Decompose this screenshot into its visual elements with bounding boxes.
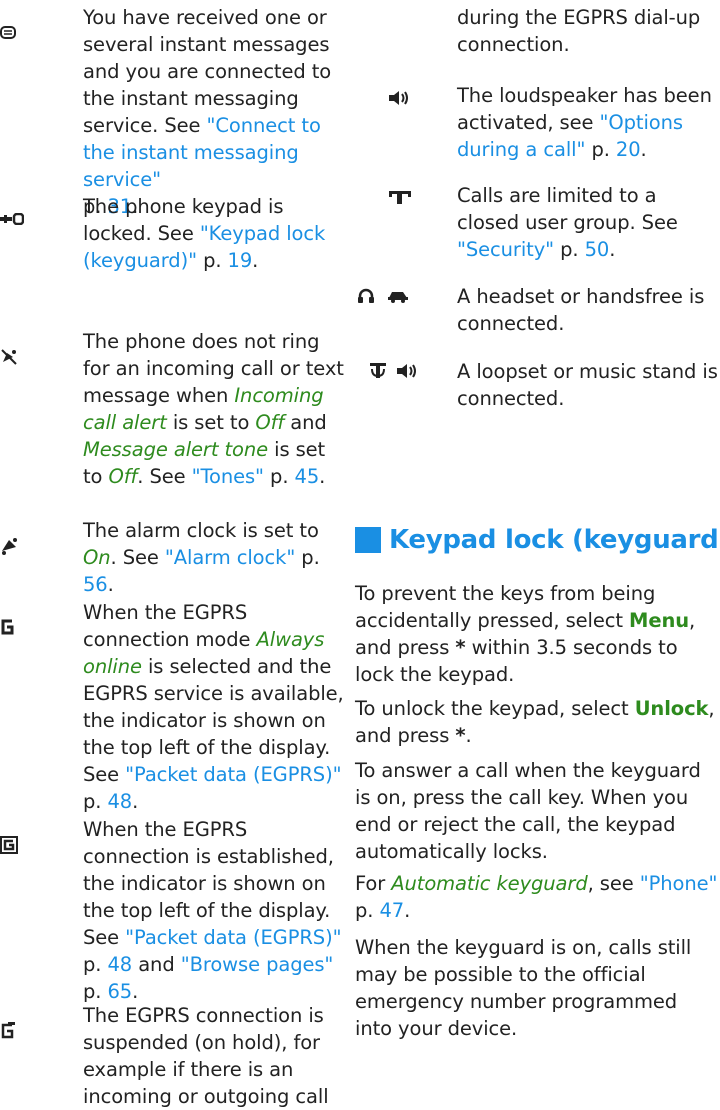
alarm-description: The alarm clock is set to On. See "Alarm… (83, 519, 320, 596)
loudspeaker-description: The loudspeaker has been activated, see … (457, 84, 712, 161)
im-indicator-description: You have received one or several instant… (83, 6, 332, 218)
egprs-established-description: When the EGPRS connection is established… (83, 818, 342, 1003)
loopset-icon (369, 362, 387, 380)
paragraph-prevent-keys: To prevent the keys from being accidenta… (355, 582, 696, 686)
key-icon (0, 213, 60, 225)
egprs-g-icon (0, 619, 60, 635)
link-tones[interactable]: "Tones" (192, 465, 264, 488)
paragraph-answer-call: To answer a call when the keyguard is on… (355, 759, 701, 863)
section-title: Keypad lock (keyguard) (389, 525, 720, 555)
link-packet-data-2[interactable]: "Packet data (EGPRS)" (125, 926, 341, 949)
alarm-bell-icon (0, 537, 60, 555)
paragraph-unlock: To unlock the keypad, select Unlock, and… (355, 697, 715, 747)
car-handsfree-icon (387, 289, 409, 303)
music-stand-icon (397, 363, 419, 379)
link-alarm-clock[interactable]: "Alarm clock" (165, 546, 295, 569)
link-browse-pages[interactable]: "Browse pages" (181, 953, 334, 976)
page-link-20[interactable]: 20 (616, 138, 641, 161)
keypad-locked-description: The phone keypad is locked. See "Keypad … (83, 195, 326, 272)
loudspeaker-icon (389, 90, 449, 106)
egprs-suspended-icon (0, 1022, 60, 1040)
headset-icon (357, 287, 375, 305)
loopset-description: A loopset or music stand is connected. (457, 360, 718, 410)
link-packet-data[interactable]: "Packet data (EGPRS)" (125, 763, 341, 786)
page-link-45[interactable]: 45 (295, 465, 320, 488)
section-marker-icon (355, 527, 381, 553)
message-bubble-icon (0, 26, 60, 40)
egprs-suspended-description: The EGPRS connection is suspended (on ho… (83, 1004, 329, 1108)
link-security[interactable]: "Security" (457, 238, 554, 261)
page-link-47[interactable]: 47 (379, 899, 404, 922)
page-link-19[interactable]: 19 (228, 249, 253, 272)
page-link-65[interactable]: 65 (107, 980, 132, 1003)
egprs-online-description: When the EGPRS connection mode Always on… (83, 601, 344, 813)
muted-bell-icon (0, 348, 60, 366)
headset-description: A headset or handsfree is connected. (457, 285, 705, 335)
link-phone[interactable]: "Phone" (640, 872, 718, 895)
closed-group-description: Calls are limited to a closed user group… (457, 184, 678, 261)
closed-user-group-icon (389, 190, 449, 204)
headset-icons (355, 287, 450, 305)
manual-page: You have received one or several instant… (0, 0, 720, 1109)
page-link-50[interactable]: 50 (585, 238, 610, 261)
paragraph-automatic-keyguard: For Automatic keyguard, see "Phone" p. 4… (355, 872, 718, 922)
page-link-56[interactable]: 56 (83, 573, 108, 596)
loopset-icons (369, 362, 469, 380)
paragraph-emergency: When the keyguard is on, calls still may… (355, 936, 692, 1040)
egprs-g-boxed-icon (0, 836, 60, 854)
silent-description: The phone does not ring for an incoming … (83, 330, 344, 488)
page-link-48-2[interactable]: 48 (107, 953, 132, 976)
section-heading: Keypad lock (keyguard) (355, 519, 720, 561)
page-link-48[interactable]: 48 (107, 790, 132, 813)
continued-text: during the EGPRS dial-up connection. (457, 6, 701, 56)
